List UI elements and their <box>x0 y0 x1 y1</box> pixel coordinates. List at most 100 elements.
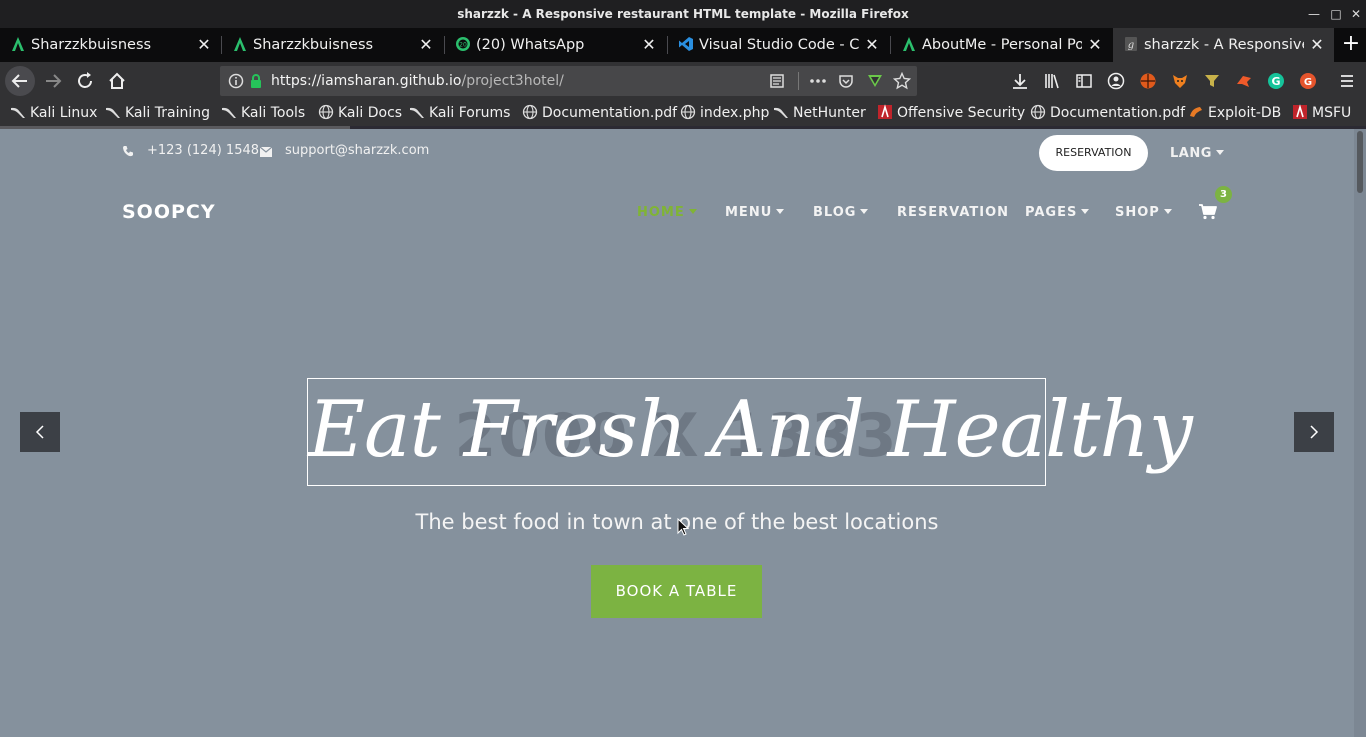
tab-sharzzk-active[interactable]: g sharzzk - A Responsive r ✕ <box>1113 28 1334 62</box>
library-icon[interactable] <box>1043 72 1061 90</box>
bookmark-documentation-pdf[interactable]: Documentation.pdf <box>522 100 677 126</box>
tab-vscode[interactable]: Visual Studio Code - Cod ✕ <box>668 28 889 62</box>
pocket-icon[interactable] <box>838 73 854 89</box>
scrollbar-thumb[interactable] <box>1357 131 1363 193</box>
close-window-button[interactable]: ✕ <box>1345 0 1366 28</box>
close-tab-icon[interactable]: ✕ <box>418 28 434 62</box>
bookmark-label: Kali Linux <box>30 105 98 121</box>
chevron-down-icon <box>860 209 869 214</box>
tab-label: sharzzk - A Responsive r <box>1144 37 1304 53</box>
close-tab-icon[interactable]: ✕ <box>1309 28 1325 62</box>
bookmark-msfu[interactable]: MSFU <box>1292 100 1351 126</box>
google-plus-icon[interactable]: G <box>1299 72 1317 90</box>
green-a-icon <box>234 37 246 51</box>
bookmark-kali-tools[interactable]: Kali Tools <box>221 100 305 126</box>
close-tab-icon[interactable]: ✕ <box>196 28 212 62</box>
kali-icon <box>106 107 120 118</box>
chevron-down-icon <box>776 209 785 214</box>
slider-next-button[interactable] <box>1294 412 1334 452</box>
url-text[interactable]: https://iamsharan.github.io/project3hote… <box>271 66 564 96</box>
shopping-cart-icon[interactable] <box>1199 204 1217 220</box>
book-a-table-button[interactable]: BOOK A TABLE <box>591 565 762 618</box>
tab-sharzzkbuisness-1[interactable]: Sharzzkbuisness ✕ <box>0 28 220 62</box>
bookmark-exploit-db[interactable]: Exploit-DB <box>1188 100 1281 126</box>
bookmark-label: NetHunter <box>793 105 866 121</box>
filter-extension-icon[interactable] <box>1203 72 1221 90</box>
site-logo[interactable]: SOOPCY <box>122 201 216 223</box>
close-tab-icon[interactable]: ✕ <box>641 28 657 62</box>
info-icon[interactable] <box>228 73 244 89</box>
forward-button[interactable] <box>38 66 68 96</box>
nav-pages[interactable]: PAGES <box>1025 205 1090 220</box>
bookmark-label: Offensive Security <box>897 105 1026 121</box>
new-tab-button[interactable]: + <box>1336 28 1366 62</box>
nav-reservation-label: RESERVATION <box>897 205 1010 220</box>
bookmark-star-icon[interactable] <box>893 72 911 90</box>
nav-blog[interactable]: BLOG <box>813 205 869 220</box>
tab-label: AboutMe - Personal Port <box>922 37 1082 53</box>
close-tab-icon[interactable]: ✕ <box>864 28 880 62</box>
metamask-fox-icon[interactable] <box>1171 72 1189 90</box>
forward-arrow-icon <box>46 74 62 88</box>
tracker-shield-icon[interactable] <box>866 72 884 90</box>
back-arrow-icon <box>11 74 27 88</box>
bookmark-offensive-security[interactable]: Offensive Security <box>877 100 1025 126</box>
navigation-toolbar: https://iamsharan.github.io/project3hote… <box>0 62 1366 100</box>
reservation-pill-button[interactable]: RESERVATION <box>1039 135 1148 171</box>
grammarly-icon[interactable]: G <box>1267 72 1285 90</box>
support-email[interactable]: support@sharzzk.com <box>285 143 429 159</box>
phone-icon <box>123 146 133 157</box>
nav-home[interactable]: HOME <box>637 205 697 220</box>
tab-aboutme[interactable]: AboutMe - Personal Port ✕ <box>891 28 1112 62</box>
extension-ball-icon[interactable] <box>1139 72 1157 90</box>
reader-view-icon[interactable] <box>769 73 785 89</box>
tab-sharzzkbuisness-2[interactable]: Sharzzkbuisness ✕ <box>222 28 443 62</box>
download-icon[interactable] <box>1011 72 1029 90</box>
bookmark-kali-linux[interactable]: Kali Linux <box>10 100 97 126</box>
bird-extension-icon[interactable] <box>1235 72 1253 90</box>
bookmark-nethunter[interactable]: NetHunter <box>773 100 866 126</box>
account-icon[interactable] <box>1107 72 1125 90</box>
nav-blog-label: BLOG <box>813 205 857 220</box>
nav-menu[interactable]: MENU <box>725 205 785 220</box>
address-bar[interactable]: https://iamsharan.github.io/project3hote… <box>220 66 917 96</box>
chevron-down-icon <box>1163 209 1172 214</box>
phone-number[interactable]: +123 (124) 1548 <box>147 143 259 159</box>
hamburger-menu-icon[interactable] <box>1338 72 1356 90</box>
hero-title: Eat Fresh And Healthy <box>308 385 1193 475</box>
tab-label: Sharzzkbuisness <box>253 37 374 53</box>
lock-icon[interactable] <box>248 73 264 89</box>
language-dropdown[interactable]: LANG <box>1170 146 1224 161</box>
nav-reservation[interactable]: RESERVATION <box>897 205 1009 220</box>
close-tab-icon[interactable]: ✕ <box>1087 28 1103 62</box>
slider-prev-button[interactable] <box>20 412 60 452</box>
svg-text:G: G <box>1271 75 1280 88</box>
bookmark-kali-docs[interactable]: Kali Docs <box>318 100 402 126</box>
bookmark-index-php[interactable]: index.php <box>680 100 769 126</box>
tab-whatsapp[interactable]: 20 (20) WhatsApp ✕ <box>445 28 666 62</box>
more-actions-icon[interactable] <box>809 73 827 89</box>
chevron-down-icon <box>1081 209 1090 214</box>
kali-icon <box>774 107 788 118</box>
back-button[interactable] <box>5 66 35 96</box>
reload-button[interactable] <box>70 66 100 96</box>
kali-icon <box>410 107 424 118</box>
bookmark-kali-training[interactable]: Kali Training <box>105 100 210 126</box>
globe-icon <box>522 104 538 120</box>
home-button[interactable] <box>102 66 132 96</box>
tab-label: Sharzzkbuisness <box>31 37 152 53</box>
nav-shop[interactable]: SHOP <box>1115 205 1172 220</box>
envelope-icon <box>260 147 272 157</box>
minimize-button[interactable]: — <box>1303 0 1325 28</box>
maximize-button[interactable]: □ <box>1325 0 1347 28</box>
bookmark-documentation-pdf-2[interactable]: Documentation.pdf <box>1030 100 1185 126</box>
bookmark-label: Kali Forums <box>429 105 511 121</box>
bookmark-label: MSFU <box>1312 105 1352 121</box>
bookmark-kali-forums[interactable]: Kali Forums <box>409 100 510 126</box>
sidebar-icon[interactable] <box>1075 72 1093 90</box>
bookmarks-toolbar: Kali Linux Kali Training Kali Tools Kali… <box>0 100 1366 126</box>
bookmark-label: index.php <box>700 105 770 121</box>
page-scrollbar[interactable] <box>1354 129 1366 737</box>
chevron-down-icon <box>1215 150 1224 155</box>
bookmark-label: Kali Tools <box>241 105 306 121</box>
